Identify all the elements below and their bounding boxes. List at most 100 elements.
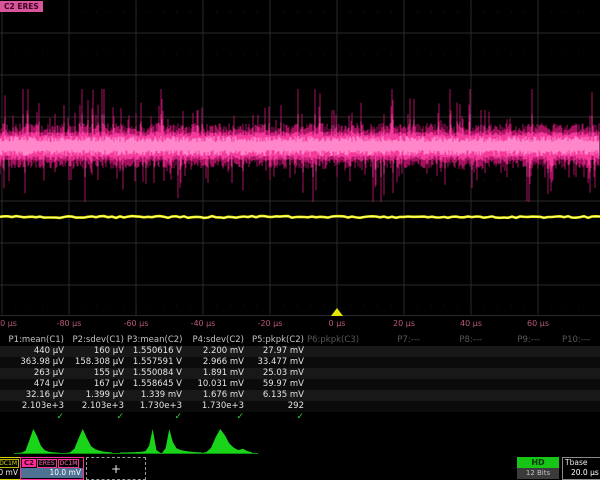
waveform-display-grid[interactable] [0, 0, 600, 316]
param-header-P2[interactable]: P2:sdev(C1) [67, 334, 127, 346]
param-value: 1.557591 V [127, 357, 185, 368]
param-value [485, 346, 543, 357]
param-status-check: ✓ [0, 412, 67, 423]
oscilloscope-screen: C2 ERES -100 µs -80 µs -60 µs -40 µs -20 µs 0… [0, 0, 600, 480]
histicon-P5 [202, 429, 252, 453]
param-value [307, 401, 361, 412]
param-value: 2.103e+3 [0, 401, 67, 412]
param-value: 2.966 mV [185, 357, 247, 368]
param-value: 155 µV [67, 368, 127, 379]
param-value: 1.891 mV [185, 368, 247, 379]
param-value [307, 346, 361, 357]
waveform-plot [0, 0, 600, 316]
param-header-P5[interactable]: P5:pkpk(C2) [247, 334, 307, 346]
param-value [593, 379, 600, 390]
histicon-P2 [66, 429, 112, 453]
param-value [423, 379, 485, 390]
param-value: 59.97 mV [247, 379, 307, 390]
param-value [361, 357, 423, 368]
param-value: 27.97 mV [247, 346, 307, 357]
hd-mode-indicator[interactable]: HD 12 Bits [517, 457, 559, 479]
param-value: 25.03 mV [247, 368, 307, 379]
param-value [485, 357, 543, 368]
param-status-check [543, 412, 593, 423]
c2-label: C2 [22, 459, 36, 467]
c1-coupling-tag: DC1M [0, 459, 19, 468]
param-header-P10: P10:--- [543, 334, 593, 346]
param-value [361, 401, 423, 412]
time-tick-label: 60 µs [527, 319, 549, 328]
histicon-P1 [18, 429, 60, 453]
param-value: 1.550084 V [127, 368, 185, 379]
param-value [423, 401, 485, 412]
c1-vertical-scale: 10.0 mV [0, 468, 20, 478]
param-value: 167 µV [67, 379, 127, 390]
param-value [543, 401, 593, 412]
param-header-P3[interactable]: P3:mean(C2) [127, 334, 185, 346]
histicon-row [0, 426, 600, 456]
c2-vertical-scale: 10.0 mV [21, 468, 83, 478]
time-tick-label: 40 µs [460, 319, 482, 328]
time-tick-label: -100 µs [0, 319, 17, 328]
param-value [543, 368, 593, 379]
param-value: 6.135 mV [247, 390, 307, 401]
param-header-P6: P6:pkpk(C3) [307, 334, 361, 346]
measure-table: P1:mean(C1)P2:sdev(C1)P3:mean(C2)P4:sdev… [0, 334, 600, 423]
param-value [423, 346, 485, 357]
param-value: 10.031 mV [185, 379, 247, 390]
trigger-time-marker[interactable] [331, 308, 343, 316]
timebase-descriptor[interactable]: Tbase 20.0 µs [562, 457, 600, 480]
param-header-P1[interactable]: P1:mean(C1) [0, 334, 67, 346]
param-value: 33.477 mV [247, 357, 307, 368]
c2-eres-tag: ERES [37, 459, 57, 468]
active-trace-badge: C2 ERES [0, 1, 43, 12]
param-status-check: ✓ [67, 412, 127, 423]
param-status-check [593, 412, 600, 423]
hd-bits-label: 12 Bits [517, 468, 559, 479]
param-value [543, 357, 593, 368]
param-value [543, 346, 593, 357]
param-value: 158.308 µV [67, 357, 127, 368]
time-tick-label: -60 µs [124, 319, 149, 328]
param-value: 2.103e+3 [67, 401, 127, 412]
param-value: 1.550616 V [127, 346, 185, 357]
param-value [485, 401, 543, 412]
param-value [593, 368, 600, 379]
param-value [423, 368, 485, 379]
param-value: 363.98 µV [0, 357, 67, 368]
param-value [361, 368, 423, 379]
histicon-P3 [120, 429, 160, 453]
tbase-value: 20.0 µs [563, 468, 600, 478]
param-value: 292 [247, 401, 307, 412]
plus-icon: + [111, 462, 121, 476]
param-value [423, 357, 485, 368]
param-value: 440 µV [0, 346, 67, 357]
param-value [361, 379, 423, 390]
param-header-P4[interactable]: P4:sdev(C2) [185, 334, 247, 346]
param-status-check [361, 412, 423, 423]
param-header-P8: P8:--- [423, 334, 485, 346]
param-value [485, 368, 543, 379]
param-value [543, 379, 593, 390]
time-tick-label: -20 µs [258, 319, 283, 328]
param-header-P11: P11:--- [593, 334, 600, 346]
param-status-check [423, 412, 485, 423]
add-channel-button[interactable]: + [86, 457, 146, 480]
time-axis: -100 µs-80 µs-60 µs-40 µs-20 µs0 µs20 µs… [0, 316, 600, 333]
param-value [593, 357, 600, 368]
time-tick-label: -80 µs [57, 319, 82, 328]
param-header-P7: P7:--- [361, 334, 423, 346]
param-value [543, 390, 593, 401]
param-value: 1.676 mV [185, 390, 247, 401]
param-value: 1.730e+3 [185, 401, 247, 412]
time-tick-label: -40 µs [191, 319, 216, 328]
param-value: 160 µV [67, 346, 127, 357]
time-tick-label: 0 µs [329, 319, 346, 328]
param-value: 32.16 µV [0, 390, 67, 401]
param-status-check: ✓ [127, 412, 185, 423]
tbase-label: Tbase [565, 458, 587, 468]
param-status-check [307, 412, 361, 423]
channel-c1-descriptor[interactable]: C1 DC1M 10.0 mV [0, 457, 21, 480]
param-value: 263 µV [0, 368, 67, 379]
channel-c2-descriptor[interactable]: C2 ERES DC1M 10.0 mV [20, 457, 84, 480]
